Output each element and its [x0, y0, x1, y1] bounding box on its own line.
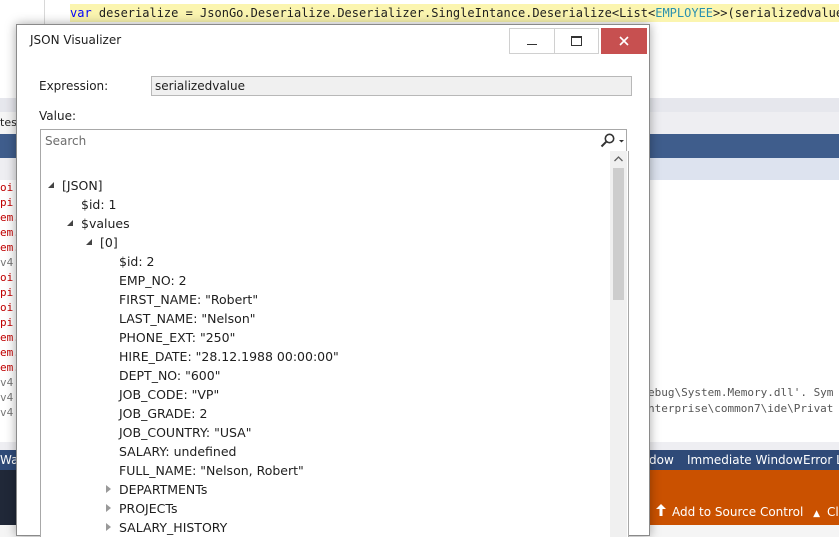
- tree-node-label: $values: [81, 216, 130, 231]
- output-line: v4: [0, 256, 14, 269]
- maximize-button[interactable]: [554, 28, 599, 54]
- tree-node[interactable]: JOB_GRADE: 2: [105, 404, 207, 423]
- tree-node[interactable]: $values: [67, 214, 130, 233]
- output-line: pi: [0, 316, 14, 329]
- code-text: deserialize = JsonGo.Deserialize.Deseria…: [91, 6, 656, 20]
- tree-node[interactable]: PROJECTs: [105, 499, 177, 518]
- tree-node[interactable]: JOB_CODE: "VP": [105, 385, 219, 404]
- search-input[interactable]: [45, 132, 585, 149]
- chevron-down-icon: [619, 140, 624, 143]
- output-line: oi: [0, 271, 14, 284]
- tree-node-label: SALARY_HISTORY: [119, 520, 228, 535]
- tree-node-label: DEPARTMENTs: [119, 482, 208, 497]
- ide-panel-subheader: [625, 158, 839, 180]
- tree-node[interactable]: LAST_NAME: "Nelson": [105, 309, 256, 328]
- tab-window[interactable]: dow: [649, 450, 674, 470]
- scrollbar-thumb[interactable]: [613, 168, 624, 300]
- expanded-arrow-icon[interactable]: [48, 182, 54, 188]
- tree-node-label: PROJECTs: [119, 501, 178, 516]
- search-box: [40, 129, 627, 152]
- code-type: EMPLOYEE: [655, 6, 714, 20]
- output-line: pi: [0, 196, 14, 209]
- tree-node[interactable]: EMP_NO: 2: [105, 271, 187, 290]
- tree-node-label: $id: 2: [119, 254, 155, 269]
- output-line: pi: [0, 286, 14, 299]
- tree-node-label: JOB_COUNTRY: "USA": [119, 425, 252, 440]
- tree-node[interactable]: $id: 2: [105, 252, 155, 271]
- output-line: oi: [0, 181, 14, 194]
- tree-node[interactable]: JOB_COUNTRY: "USA": [105, 423, 251, 442]
- value-label: Value:: [39, 109, 76, 123]
- close-icon: [619, 36, 629, 46]
- tree-node[interactable]: SALARY: undefined: [105, 442, 236, 461]
- tree-node-label: EMP_NO: 2: [119, 273, 187, 288]
- code-keyword: var: [70, 6, 92, 20]
- expanded-arrow-icon[interactable]: [86, 239, 92, 245]
- tree-node[interactable]: SALARY_HISTORY: [105, 518, 227, 537]
- output-line: v4: [0, 406, 14, 419]
- output-line: ebug\System.Memory.dll'. Sym: [648, 386, 834, 399]
- code-tail: >>(serializedvalue);: [713, 6, 839, 20]
- search-icon[interactable]: [599, 132, 617, 149]
- arrow-up-icon: [656, 500, 666, 525]
- tree-node-label: [JSON]: [62, 178, 103, 193]
- collapsed-arrow-icon[interactable]: [106, 523, 111, 531]
- add-to-source-control-button[interactable]: Add to Source Control ▲: [656, 500, 820, 525]
- collapsed-arrow-icon[interactable]: [106, 504, 111, 512]
- tree-node-label: LAST_NAME: "Nelson": [119, 311, 256, 326]
- tree-node[interactable]: DEPT_NO: "600": [105, 366, 220, 385]
- scroll-up-button[interactable]: [610, 151, 627, 167]
- tree-node[interactable]: [0]: [86, 233, 118, 252]
- tree-node-label: JOB_GRADE: 2: [119, 406, 208, 421]
- tree-node[interactable]: PHONE_EXT: "250": [105, 328, 235, 347]
- json-visualizer-dialog: JSON Visualizer Expression: serializedva…: [16, 24, 650, 537]
- expression-label: Expression:: [39, 79, 109, 93]
- maximize-icon: [571, 36, 582, 46]
- expression-field[interactable]: serializedvalue: [151, 76, 632, 96]
- tree-node-label: PHONE_EXT: "250": [119, 330, 236, 345]
- tree-node[interactable]: FULL_NAME: "Nelson, Robert": [105, 461, 304, 480]
- output-line: v4: [0, 391, 14, 404]
- tab-error-list[interactable]: Error Li: [803, 450, 839, 470]
- highlighted-code-line[interactable]: var deserialize = JsonGo.Deserialize.Des…: [70, 4, 839, 22]
- tree-node-label: JOB_CODE: "VP": [119, 387, 220, 402]
- search-options-dropdown[interactable]: [617, 132, 626, 149]
- dialog-title: JSON Visualizer: [30, 33, 122, 47]
- caret-up-icon: ▲: [813, 509, 821, 519]
- collapsed-arrow-icon[interactable]: [106, 485, 111, 493]
- vertical-scrollbar[interactable]: [610, 151, 627, 537]
- tree-node[interactable]: $id: 1: [67, 195, 117, 214]
- chevron-up-icon: [614, 156, 623, 162]
- status-extra[interactable]: Cl: [827, 500, 839, 525]
- tab-immediate-window[interactable]: Immediate Window: [687, 450, 803, 470]
- tree-node-label: SALARY: undefined: [119, 444, 237, 459]
- tree-node-label: [0]: [100, 235, 118, 250]
- output-line: nterprise\common7\ide\Privat: [648, 402, 834, 415]
- tree-node-label: HIRE_DATE: "28.12.1988 00:00:00": [119, 349, 339, 364]
- expanded-arrow-icon[interactable]: [67, 220, 73, 226]
- output-line: oi: [0, 301, 14, 314]
- tree-node-label: FIRST_NAME: "Robert": [119, 292, 259, 307]
- tree-node-label: $id: 1: [81, 197, 117, 212]
- tree-node-label: DEPT_NO: "600": [119, 368, 221, 383]
- close-button[interactable]: [601, 28, 647, 54]
- minimize-icon: [527, 43, 537, 45]
- tree-node[interactable]: HIRE_DATE: "28.12.1988 00:00:00": [105, 347, 339, 366]
- tree-node[interactable]: [JSON]: [48, 176, 103, 195]
- json-tree: [JSON] $id: 1 $values [0] $id: 2 EMP_NO: 2 FIR…: [40, 151, 629, 537]
- minimize-button[interactable]: [509, 28, 554, 54]
- source-control-label: Add to Source Control: [672, 505, 804, 519]
- output-line: v4: [0, 376, 14, 389]
- tree-node[interactable]: FIRST_NAME: "Robert": [105, 290, 258, 309]
- tree-node[interactable]: DEPARTMENTs: [105, 480, 207, 499]
- tree-node-label: FULL_NAME: "Nelson, Robert": [119, 463, 304, 478]
